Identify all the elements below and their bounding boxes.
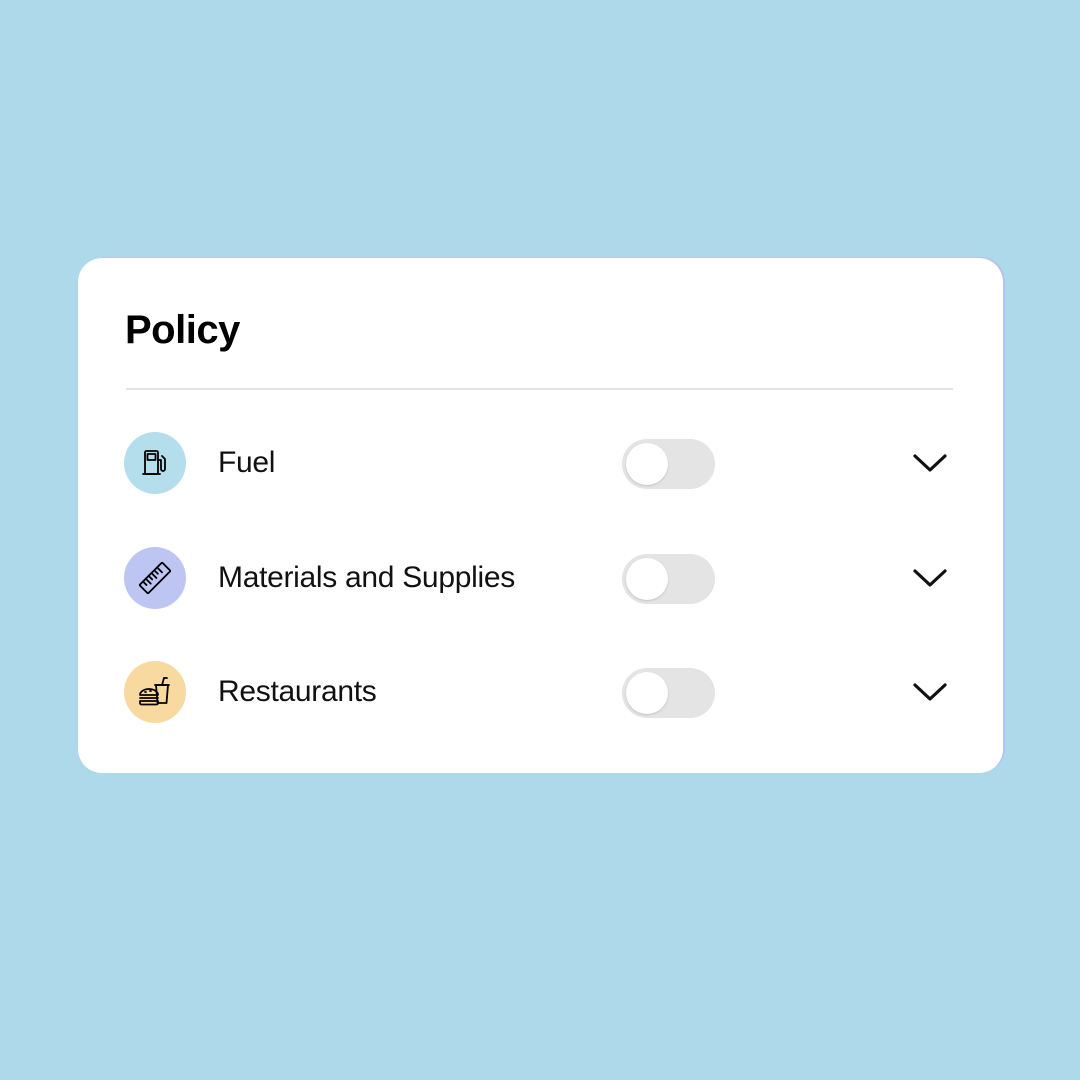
toggle-knob (626, 672, 668, 714)
policy-label-materials: Materials and Supplies (218, 561, 515, 594)
card-title: Policy (125, 308, 240, 352)
fast-food-icon (139, 677, 170, 706)
fuel-toggle[interactable] (622, 439, 715, 489)
restaurants-icon-badge (124, 661, 186, 723)
materials-toggle[interactable] (622, 554, 715, 604)
policy-row-materials: Materials and Supplies (124, 547, 954, 611)
policy-card: Policy Fuel Materials and Supplies Resta… (78, 258, 1003, 773)
fuel-pump-icon (142, 450, 166, 475)
restaurants-toggle[interactable] (622, 668, 715, 718)
toggle-knob (626, 443, 668, 485)
materials-icon-badge (124, 547, 186, 609)
ruler-icon (138, 561, 172, 595)
fuel-icon-badge (124, 432, 186, 494)
chevron-down-icon[interactable] (910, 448, 950, 478)
policy-row-fuel: Fuel (124, 432, 954, 496)
policy-label-restaurants: Restaurants (218, 675, 377, 708)
toggle-knob (626, 558, 668, 600)
divider (126, 388, 953, 390)
policy-row-restaurants: Restaurants (124, 661, 954, 725)
chevron-down-icon[interactable] (910, 677, 950, 707)
chevron-down-icon[interactable] (910, 563, 950, 593)
policy-label-fuel: Fuel (218, 446, 276, 479)
